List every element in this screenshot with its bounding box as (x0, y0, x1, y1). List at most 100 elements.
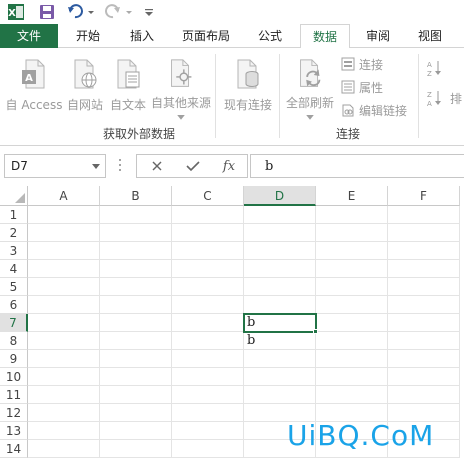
cell-c12[interactable] (172, 404, 244, 422)
cell-a10[interactable] (28, 368, 100, 386)
tab-page-layout[interactable]: 页面布局 (174, 24, 238, 48)
sort-ascending-button[interactable]: A Z (426, 58, 446, 78)
cell-e2[interactable] (316, 224, 388, 242)
cell-a9[interactable] (28, 350, 100, 368)
cell-e4[interactable] (316, 260, 388, 278)
tab-view[interactable]: 视图 (408, 24, 452, 48)
cell-b14[interactable] (100, 440, 172, 458)
cell-c2[interactable] (172, 224, 244, 242)
cell-f6[interactable] (388, 296, 460, 314)
enter-button[interactable] (181, 157, 205, 175)
undo-button[interactable] (66, 2, 96, 22)
cell-a3[interactable] (28, 242, 100, 260)
fill-handle[interactable] (313, 329, 318, 334)
cell-a12[interactable] (28, 404, 100, 422)
cell-f2[interactable] (388, 224, 460, 242)
from-access-button[interactable]: A 自 Access (4, 56, 64, 120)
row-header-9[interactable]: 9 (0, 350, 28, 368)
cell-f1[interactable] (388, 206, 460, 224)
row-header-1[interactable]: 1 (0, 206, 28, 224)
row-header-12[interactable]: 12 (0, 404, 28, 422)
column-header-e[interactable]: E (316, 186, 388, 206)
cell-b2[interactable] (100, 224, 172, 242)
cell-d5[interactable] (244, 278, 316, 296)
cell-a2[interactable] (28, 224, 100, 242)
row-header-14[interactable]: 14 (0, 440, 28, 458)
cell-a8[interactable] (28, 332, 100, 350)
cancel-button[interactable] (145, 157, 169, 175)
row-header-4[interactable]: 4 (0, 260, 28, 278)
cell-c8[interactable] (172, 332, 244, 350)
column-header-b[interactable]: B (100, 186, 172, 206)
cell-f10[interactable] (388, 368, 460, 386)
existing-connections-button[interactable]: 现有连接 (220, 56, 276, 120)
cell-b11[interactable] (100, 386, 172, 404)
column-header-a[interactable]: A (28, 186, 100, 206)
cell-a5[interactable] (28, 278, 100, 296)
cell-a7[interactable] (28, 314, 100, 332)
cell-d2[interactable] (244, 224, 316, 242)
cell-b8[interactable] (100, 332, 172, 350)
cell-a1[interactable] (28, 206, 100, 224)
redo-button[interactable] (104, 2, 134, 22)
cell-b6[interactable] (100, 296, 172, 314)
row-header-3[interactable]: 3 (0, 242, 28, 260)
cell-e11[interactable] (316, 386, 388, 404)
sort-button-partial[interactable]: 排 (450, 88, 462, 108)
cell-c14[interactable] (172, 440, 244, 458)
cell-b1[interactable] (100, 206, 172, 224)
row-header-10[interactable]: 10 (0, 368, 28, 386)
cell-b10[interactable] (100, 368, 172, 386)
cell-d10[interactable] (244, 368, 316, 386)
cell-d7[interactable]: b (244, 314, 316, 332)
tab-review[interactable]: 审阅 (356, 24, 400, 48)
cell-a13[interactable] (28, 422, 100, 440)
cell-e8[interactable] (316, 332, 388, 350)
cell-b7[interactable] (100, 314, 172, 332)
cell-b5[interactable] (100, 278, 172, 296)
cell-c7[interactable] (172, 314, 244, 332)
cell-f7[interactable] (388, 314, 460, 332)
cell-b12[interactable] (100, 404, 172, 422)
tab-file[interactable]: 文件 (0, 24, 58, 48)
cell-d4[interactable] (244, 260, 316, 278)
column-header-c[interactable]: C (172, 186, 244, 206)
cell-c5[interactable] (172, 278, 244, 296)
tab-insert[interactable]: 插入 (120, 24, 164, 48)
cell-c10[interactable] (172, 368, 244, 386)
cell-f5[interactable] (388, 278, 460, 296)
row-header-8[interactable]: 8 (0, 332, 28, 350)
cell-c13[interactable] (172, 422, 244, 440)
cell-a6[interactable] (28, 296, 100, 314)
cell-e5[interactable] (316, 278, 388, 296)
column-header-f[interactable]: F (388, 186, 460, 206)
row-header-7[interactable]: 7 (0, 314, 28, 332)
customize-qat-icon[interactable] (142, 2, 156, 22)
cell-e6[interactable] (316, 296, 388, 314)
edit-links-button[interactable]: 编辑链接 (341, 100, 407, 120)
cell-d6[interactable] (244, 296, 316, 314)
row-header-5[interactable]: 5 (0, 278, 28, 296)
tab-home[interactable]: 开始 (66, 24, 110, 48)
cell-c9[interactable] (172, 350, 244, 368)
cell-e1[interactable] (316, 206, 388, 224)
sort-descending-button[interactable]: Z A (426, 88, 446, 108)
cell-c3[interactable] (172, 242, 244, 260)
from-text-button[interactable]: 自文本 (108, 56, 148, 120)
properties-button[interactable]: 属性 (341, 77, 383, 97)
cell-a11[interactable] (28, 386, 100, 404)
cell-b13[interactable] (100, 422, 172, 440)
cell-f8[interactable] (388, 332, 460, 350)
row-header-2[interactable]: 2 (0, 224, 28, 242)
cell-e9[interactable] (316, 350, 388, 368)
drag-handle-icon[interactable] (118, 158, 122, 172)
cell-b4[interactable] (100, 260, 172, 278)
cell-e10[interactable] (316, 368, 388, 386)
cell-b9[interactable] (100, 350, 172, 368)
insert-function-button[interactable]: fx (217, 157, 241, 175)
tab-formulas[interactable]: 公式 (248, 24, 292, 48)
cell-d9[interactable] (244, 350, 316, 368)
cell-a4[interactable] (28, 260, 100, 278)
cell-c11[interactable] (172, 386, 244, 404)
cell-b3[interactable] (100, 242, 172, 260)
